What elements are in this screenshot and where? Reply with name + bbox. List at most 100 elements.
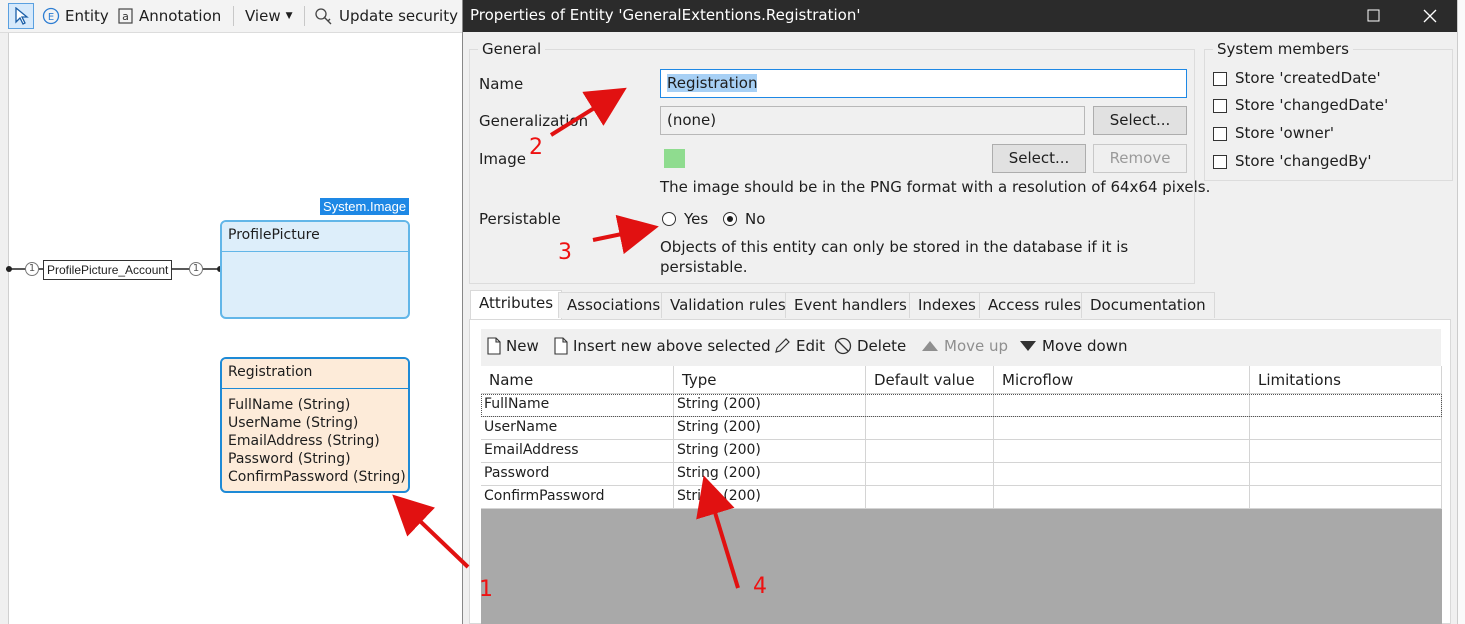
update-security-button[interactable]: Update security (314, 4, 458, 28)
tab-indexes[interactable]: Indexes (909, 292, 985, 318)
tab-attributes[interactable]: Attributes (470, 290, 563, 320)
insert-above-button[interactable]: Insert new above selected (554, 337, 771, 355)
domain-model-canvas[interactable] (8, 33, 462, 624)
svg-text:E: E (48, 12, 54, 23)
select-tool-button[interactable] (8, 3, 34, 29)
cell-microflow (994, 417, 1250, 440)
cell-name: FullName (481, 394, 674, 417)
delete-attribute-button[interactable]: Delete (834, 337, 906, 355)
column-header-limitations[interactable]: Limitations (1250, 366, 1442, 394)
cell-default-value (866, 486, 994, 509)
background-window-edge (1457, 0, 1465, 624)
entity-attribute[interactable]: ConfirmPassword (String) (222, 468, 408, 486)
cell-default-value (866, 417, 994, 440)
tab-validation-rules[interactable]: Validation rules (661, 292, 795, 318)
toolbar-divider (233, 6, 234, 26)
image-remove-button[interactable]: Remove (1093, 144, 1187, 173)
insert-above-label: Insert new above selected (573, 337, 771, 355)
cell-type: String (200) (674, 394, 866, 417)
new-attribute-button[interactable]: New (487, 337, 539, 355)
store-createddate-checkbox[interactable] (1213, 72, 1227, 86)
cell-default-value (866, 440, 994, 463)
persistable-label: Persistable (479, 210, 561, 228)
generalization-select-button[interactable]: Select... (1093, 106, 1187, 135)
multiplicity-right: 1 (189, 262, 203, 276)
entity-properties-dialog: Properties of Entity 'GeneralExtentions.… (462, 0, 1458, 624)
cell-name: ConfirmPassword (481, 486, 674, 509)
column-header-default-value[interactable]: Default value (866, 366, 994, 394)
triangle-up-icon (922, 341, 938, 351)
persistable-no-label[interactable]: No (745, 210, 765, 228)
cell-limitations (1250, 394, 1442, 417)
cell-type: String (200) (674, 486, 866, 509)
persistable-yes-label[interactable]: Yes (684, 210, 708, 228)
cell-name: EmailAddress (481, 440, 674, 463)
annotation-tool-button[interactable]: a Annotation (118, 4, 221, 28)
system-members-title: System members (1213, 40, 1353, 58)
domain-model-toolbar: E Entity a Annotation View ▼ Update secu… (0, 0, 462, 33)
store-createddate-label[interactable]: Store 'createdDate' (1235, 69, 1381, 87)
tab-event-handlers[interactable]: Event handlers (785, 292, 916, 318)
persistable-yes-radio[interactable] (662, 212, 676, 226)
store-changeddate-label[interactable]: Store 'changedDate' (1235, 96, 1388, 114)
triangle-down-icon (1020, 341, 1036, 351)
entity-attribute[interactable]: EmailAddress (String) (222, 432, 408, 450)
move-down-button[interactable]: Move down (1019, 337, 1127, 355)
delete-attribute-label: Delete (857, 337, 907, 355)
annotation-number-4: 4 (753, 574, 767, 599)
store-owner-checkbox[interactable] (1213, 127, 1227, 141)
edit-attribute-button[interactable]: Edit (773, 337, 825, 355)
close-button[interactable] (1407, 0, 1453, 32)
tab-documentation[interactable]: Documentation (1081, 292, 1215, 318)
cell-microflow (994, 394, 1250, 417)
association-name-label[interactable]: ProfilePicture_Account (43, 260, 173, 280)
annotation-tool-label: Annotation (139, 7, 222, 25)
entity-name: ProfilePicture (222, 222, 408, 252)
move-down-label: Move down (1042, 337, 1128, 355)
move-up-button[interactable]: Move up (921, 337, 1008, 355)
cell-microflow (994, 463, 1250, 486)
left-gutter (0, 33, 8, 624)
cell-type: String (200) (674, 440, 866, 463)
dialog-titlebar: Properties of Entity 'GeneralExtentions.… (463, 0, 1458, 32)
security-key-icon (315, 8, 332, 25)
column-header-name[interactable]: Name (481, 366, 674, 394)
tab-associations[interactable]: Associations (558, 292, 670, 318)
persistable-no-radio[interactable] (723, 212, 737, 226)
entity-attribute[interactable]: UserName (String) (222, 414, 408, 432)
entity-registration[interactable]: Registration FullName (String) UserName … (220, 357, 410, 493)
annotation-number-3: 3 (558, 240, 572, 265)
name-input[interactable]: Registration (660, 69, 1187, 98)
persistable-hint-line2: persistable. (660, 258, 748, 276)
maximize-button[interactable] (1351, 0, 1397, 32)
generalization-badge: System.Image (320, 198, 410, 215)
view-menu-label: View (245, 7, 281, 25)
store-changedby-label[interactable]: Store 'changedBy' (1235, 152, 1372, 170)
persistable-hint-line1: Objects of this entity can only be store… (660, 238, 1129, 256)
image-select-button[interactable]: Select... (992, 144, 1086, 173)
store-owner-label[interactable]: Store 'owner' (1235, 124, 1334, 142)
pencil-icon (775, 338, 790, 353)
store-changedby-checkbox[interactable] (1213, 155, 1227, 169)
svg-text:a: a (122, 10, 129, 23)
column-header-microflow[interactable]: Microflow (994, 366, 1250, 394)
cell-default-value (866, 463, 994, 486)
dropdown-arrow-icon: ▼ (285, 11, 293, 21)
entity-attribute-list: FullName (String) UserName (String) Emai… (222, 389, 408, 486)
multiplicity-left: 1 (25, 262, 39, 276)
cell-limitations (1250, 463, 1442, 486)
image-hint: The image should be in the PNG format wi… (660, 178, 1211, 196)
cell-default-value (866, 394, 994, 417)
entity-tool-button[interactable]: E Entity (42, 4, 109, 28)
attributes-toolbar: New Insert new above selected Edit Delet… (481, 329, 1441, 366)
store-changeddate-checkbox[interactable] (1213, 99, 1227, 113)
generalization-label: Generalization (479, 112, 589, 130)
column-header-type[interactable]: Type (674, 366, 866, 394)
image-label: Image (479, 150, 526, 168)
tab-access-rules[interactable]: Access rules (979, 292, 1091, 318)
entity-profilepicture[interactable]: ProfilePicture (220, 220, 410, 319)
entity-attribute[interactable]: FullName (String) (222, 396, 408, 414)
maximize-icon (1367, 9, 1380, 22)
view-menu[interactable]: View ▼ (245, 4, 293, 28)
entity-attribute[interactable]: Password (String) (222, 450, 408, 468)
